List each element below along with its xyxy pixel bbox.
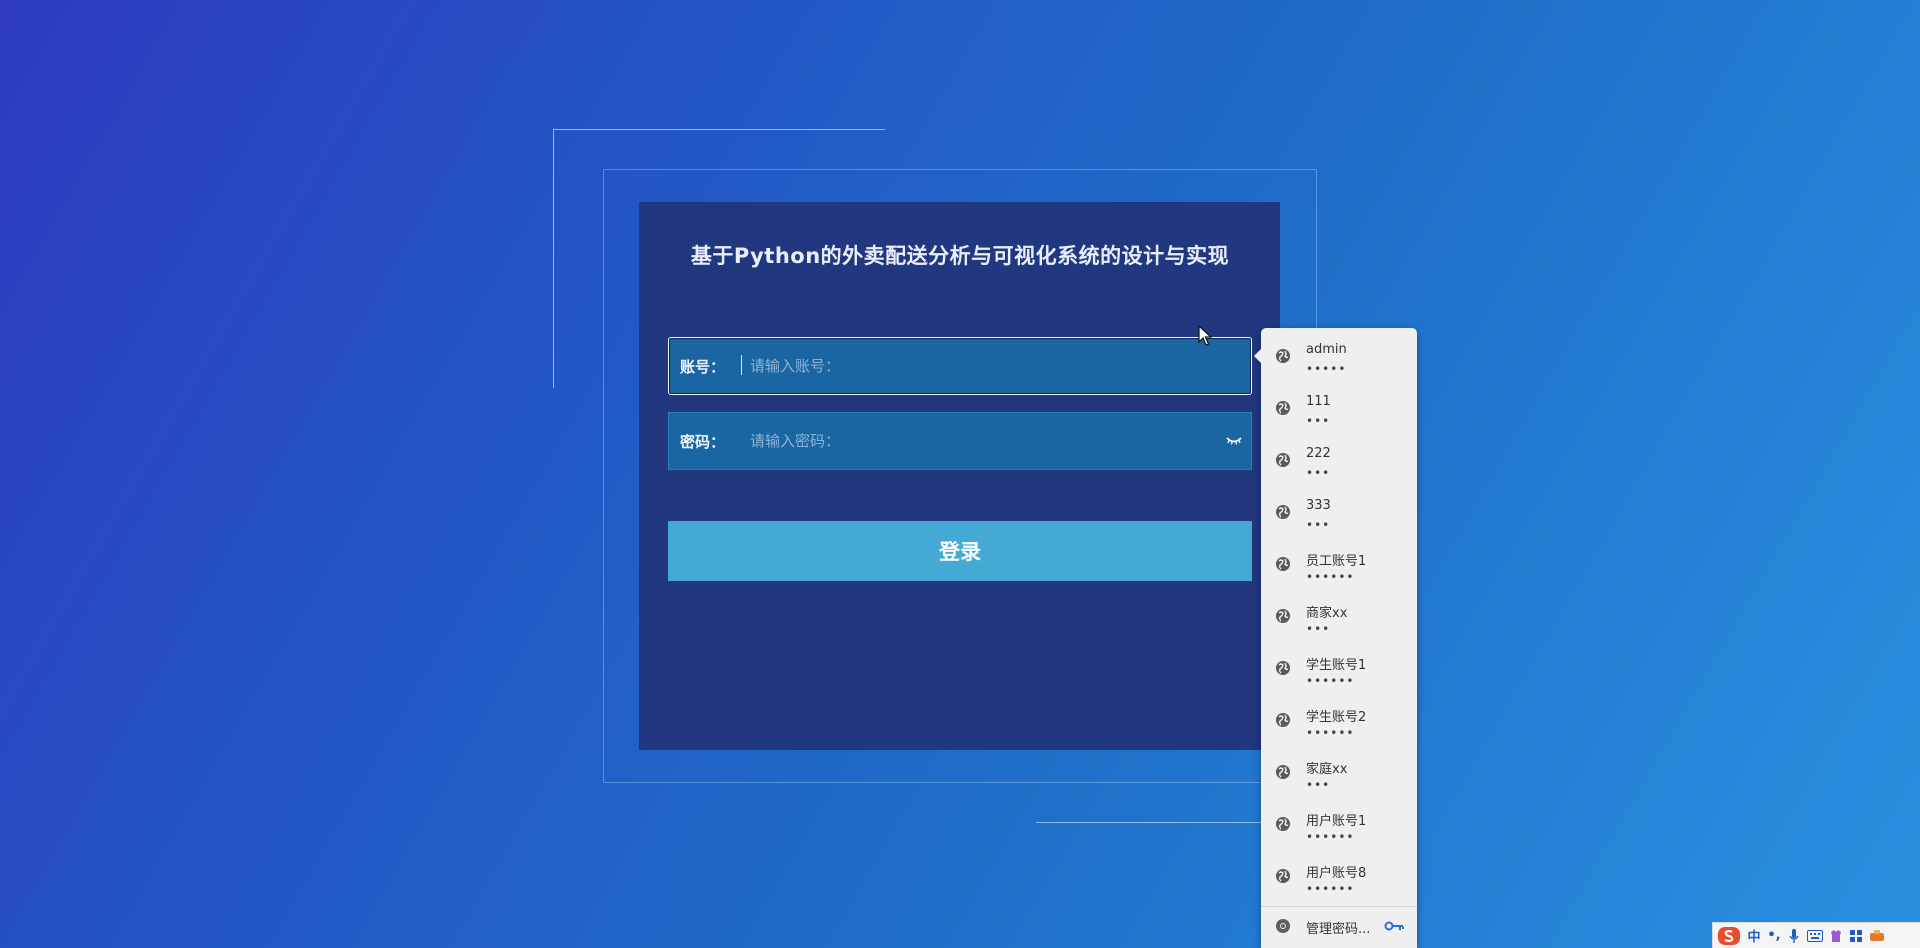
decorative-line-bottom xyxy=(1036,822,1266,823)
saved-password-masked: ••• xyxy=(1306,622,1331,636)
globe-icon xyxy=(1276,453,1290,467)
saved-password-item[interactable]: 员工账号1 •••••• xyxy=(1261,540,1417,592)
saved-password-masked: ••• xyxy=(1306,518,1331,532)
saved-password-item[interactable]: admin ••••• xyxy=(1261,332,1417,384)
ime-language-toggle[interactable]: 中 xyxy=(1747,926,1761,946)
ime-toolbar: 中 •, xyxy=(1712,922,1920,948)
sogou-ime-logo-icon[interactable] xyxy=(1717,925,1741,947)
login-card xyxy=(639,202,1280,750)
page-title: 基于Python的外卖配送分析与可视化系统的设计与实现 xyxy=(690,244,1230,268)
saved-password-item[interactable]: 222 ••• xyxy=(1261,436,1417,488)
saved-password-item[interactable]: 用户账号1 •••••• xyxy=(1261,800,1417,852)
saved-username: 用户账号8 xyxy=(1306,866,1367,881)
password-field[interactable]: 密码： xyxy=(668,412,1252,470)
saved-username: 学生账号2 xyxy=(1306,710,1367,725)
account-field[interactable]: 账号： xyxy=(668,337,1252,395)
saved-password-masked: •••••• xyxy=(1306,882,1355,896)
mouse-pointer-icon xyxy=(1198,325,1212,346)
password-label: 密码： xyxy=(680,432,726,451)
globe-icon xyxy=(1276,765,1290,779)
saved-password-masked: ••• xyxy=(1306,778,1331,792)
saved-username: 商家xx xyxy=(1306,606,1348,621)
globe-icon xyxy=(1276,713,1290,727)
decorative-line-top xyxy=(553,129,885,130)
saved-password-masked: •••••• xyxy=(1306,830,1355,844)
ime-punctuation-toggle[interactable]: •, xyxy=(1767,926,1781,946)
chrome-icon xyxy=(1276,919,1290,933)
saved-password-masked: ••••• xyxy=(1306,362,1347,376)
saved-password-masked: ••• xyxy=(1306,414,1331,428)
saved-password-item[interactable]: 用户账号8 •••••• xyxy=(1261,852,1417,904)
saved-username: 学生账号1 xyxy=(1306,658,1367,673)
password-autofill-popup: admin ••••• 111 ••• 222 ••• 333 ••• 员工账号1 •••••• 商… xyxy=(1254,328,1417,948)
toolbox-icon[interactable] xyxy=(1849,926,1863,946)
saved-username: 111 xyxy=(1306,394,1331,409)
extension-icon[interactable] xyxy=(1869,926,1885,946)
saved-password-item[interactable]: 111 ••• xyxy=(1261,384,1417,436)
saved-password-item[interactable]: 商家xx ••• xyxy=(1261,592,1417,644)
globe-icon xyxy=(1276,869,1290,883)
manage-passwords-item[interactable]: 管理密码... xyxy=(1261,909,1417,943)
saved-password-item[interactable]: 学生账号1 •••••• xyxy=(1261,644,1417,696)
password-input[interactable] xyxy=(740,413,1223,469)
globe-icon xyxy=(1276,609,1290,623)
eye-closed-icon[interactable] xyxy=(1223,433,1245,449)
globe-icon xyxy=(1276,349,1290,363)
saved-username: 222 xyxy=(1306,446,1331,461)
saved-password-masked: ••• xyxy=(1306,466,1331,480)
microphone-icon[interactable] xyxy=(1787,926,1801,946)
saved-username: 333 xyxy=(1306,498,1331,513)
globe-icon xyxy=(1276,817,1290,831)
manage-passwords-label: 管理密码... xyxy=(1306,922,1371,937)
saved-password-item[interactable]: 学生账号2 •••••• xyxy=(1261,696,1417,748)
globe-icon xyxy=(1276,401,1290,415)
saved-password-item[interactable]: 家庭xx ••• xyxy=(1261,748,1417,800)
account-label: 账号： xyxy=(680,357,726,376)
login-button[interactable]: 登录 xyxy=(668,521,1252,581)
text-caret xyxy=(741,355,742,375)
skin-icon[interactable] xyxy=(1829,926,1843,946)
account-input[interactable] xyxy=(740,338,1251,394)
saved-password-item[interactable]: 333 ••• xyxy=(1261,488,1417,540)
globe-icon xyxy=(1276,661,1290,675)
saved-username: 员工账号1 xyxy=(1306,554,1367,569)
saved-password-masked: •••••• xyxy=(1306,726,1355,740)
saved-username: 家庭xx xyxy=(1306,762,1348,777)
key-icon xyxy=(1384,921,1404,931)
saved-username: 用户账号1 xyxy=(1306,814,1367,829)
saved-password-masked: •••••• xyxy=(1306,570,1355,584)
keyboard-icon[interactable] xyxy=(1807,926,1823,946)
popup-divider xyxy=(1261,906,1417,907)
globe-icon xyxy=(1276,557,1290,571)
globe-icon xyxy=(1276,505,1290,519)
saved-username: admin xyxy=(1306,342,1347,357)
saved-password-masked: •••••• xyxy=(1306,674,1355,688)
